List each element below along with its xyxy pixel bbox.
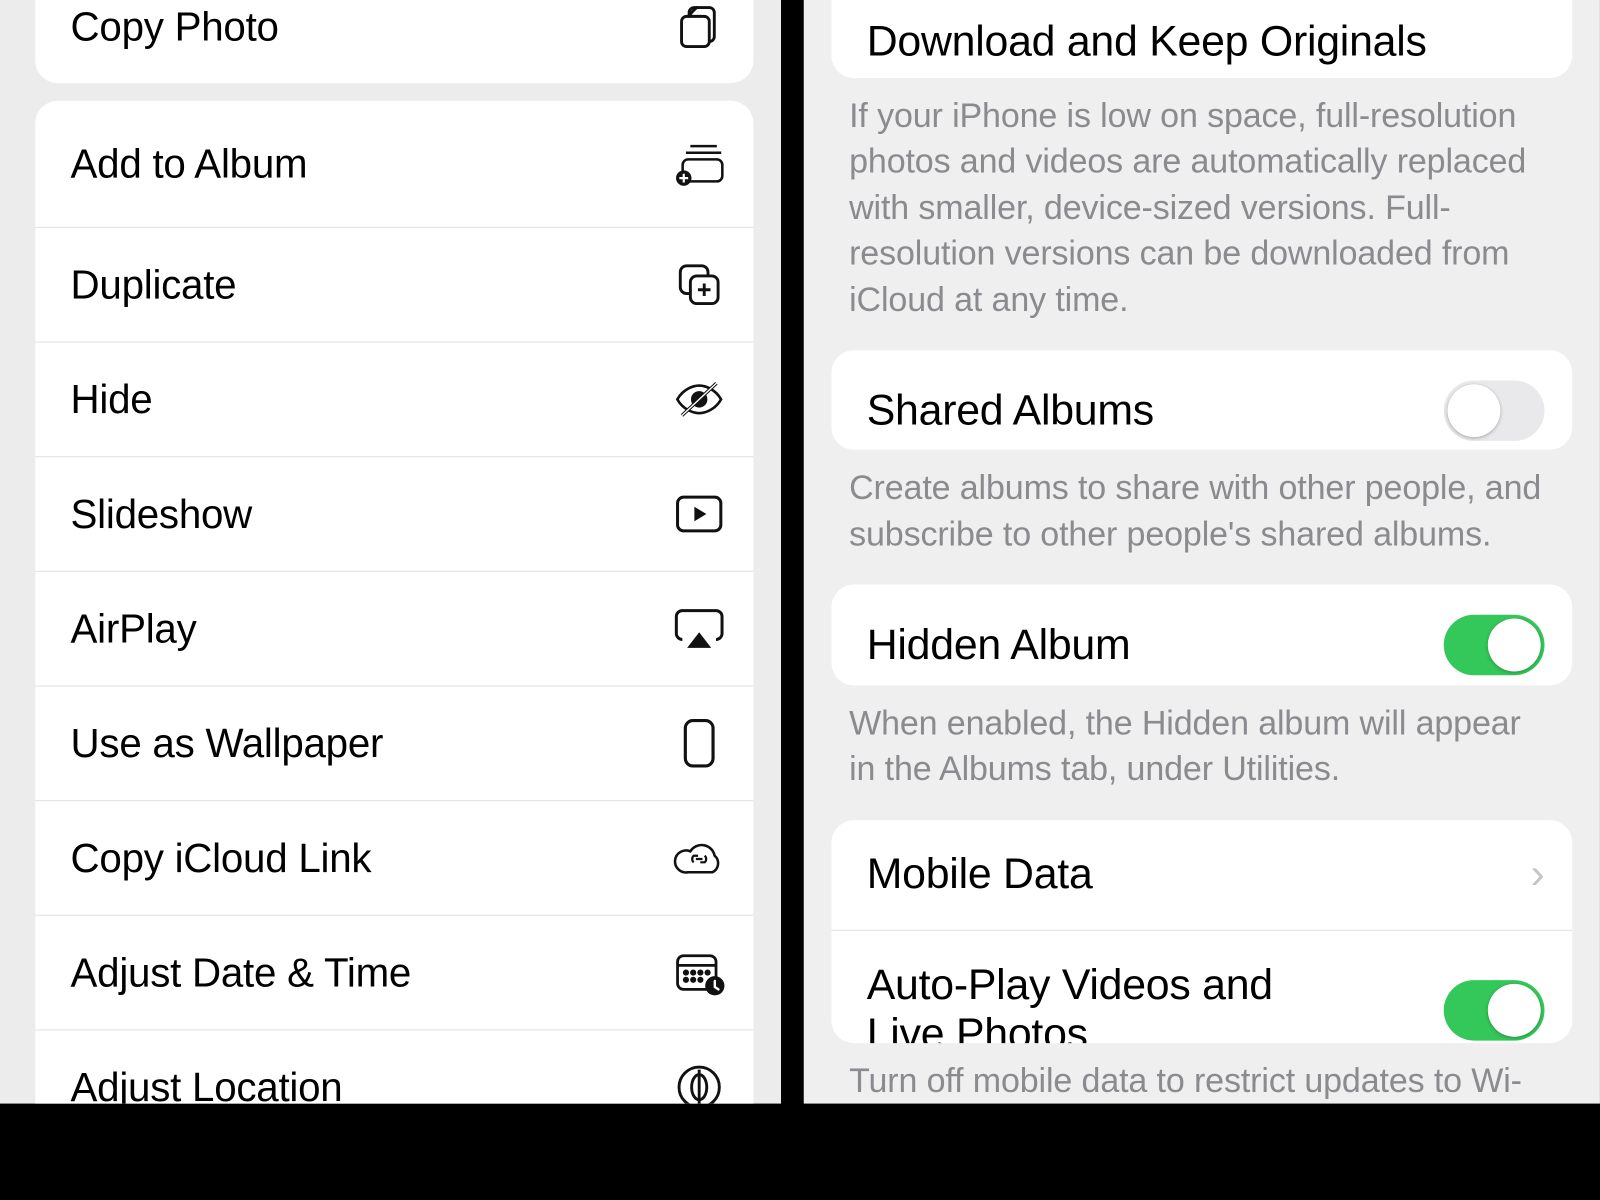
menu-label: Duplicate <box>71 261 237 308</box>
hidden-album-toggle[interactable] <box>1444 615 1545 675</box>
setting-mobile-data[interactable]: Mobile Data › <box>831 820 1572 930</box>
menu-copy-photo[interactable]: Copy Photo <box>35 0 753 83</box>
menu-label: Use as Wallpaper <box>71 720 384 767</box>
setting-label: Mobile Data <box>867 850 1093 899</box>
mobile-data-footer: Turn off mobile data to restrict updates… <box>831 1043 1572 1104</box>
menu-wallpaper[interactable]: Use as Wallpaper <box>35 685 753 800</box>
copy-photo-icon <box>673 0 726 53</box>
menu-airplay[interactable]: AirPlay <box>35 571 753 686</box>
menu-duplicate[interactable]: Duplicate <box>35 227 753 342</box>
slideshow-icon <box>673 488 726 541</box>
menu-label: AirPlay <box>71 605 197 652</box>
autoplay-toggle[interactable] <box>1444 980 1545 1040</box>
menu-add-to-album[interactable]: Add to Album <box>35 101 753 227</box>
menu-adjust-date[interactable]: Adjust Date & Time <box>35 915 753 1030</box>
duplicate-icon <box>673 258 726 311</box>
menu-copy-icloud-link[interactable]: Copy iCloud Link <box>35 800 753 915</box>
menu-label: Adjust Location <box>71 1064 343 1104</box>
icloud-link-icon <box>673 831 726 884</box>
shared-albums-footer: Create albums to share with other people… <box>831 450 1572 585</box>
menu-slideshow[interactable]: Slideshow <box>35 456 753 571</box>
adjust-date-icon <box>673 946 726 999</box>
wallpaper-icon <box>673 717 726 770</box>
shared-albums-toggle[interactable] <box>1444 381 1545 441</box>
hidden-album-footer: When enabled, the Hidden album will appe… <box>831 685 1572 820</box>
setting-label: Auto-Play Videos and Live Photos <box>867 961 1346 1043</box>
menu-label: Add to Album <box>71 140 308 187</box>
setting-download-originals[interactable]: Download and Keep Originals <box>831 0 1572 78</box>
download-originals-footer: If your iPhone is low on space, full-res… <box>831 78 1572 350</box>
menu-hide[interactable]: Hide <box>35 341 753 456</box>
menu-label: Slideshow <box>71 491 252 538</box>
chevron-right-icon: › <box>1530 850 1544 899</box>
hide-icon <box>673 373 726 426</box>
menu-label: Copy iCloud Link <box>71 835 372 882</box>
setting-label: Download and Keep Originals <box>867 18 1427 67</box>
setting-hidden-album[interactable]: Hidden Album <box>831 585 1572 685</box>
menu-label: Hide <box>71 376 153 423</box>
adjust-location-icon <box>673 1061 726 1104</box>
menu-label: Copy Photo <box>71 3 279 50</box>
menu-label: Adjust Date & Time <box>71 949 412 996</box>
setting-autoplay[interactable]: Auto-Play Videos and Live Photos <box>831 929 1572 1042</box>
airplay-icon <box>673 602 726 655</box>
screenshot-divider <box>781 0 804 1104</box>
setting-shared-albums[interactable]: Shared Albums <box>831 350 1572 450</box>
menu-adjust-location[interactable]: Adjust Location <box>35 1029 753 1103</box>
add-to-album-icon <box>673 137 726 190</box>
setting-label: Shared Albums <box>867 386 1154 435</box>
setting-label: Hidden Album <box>867 621 1131 670</box>
